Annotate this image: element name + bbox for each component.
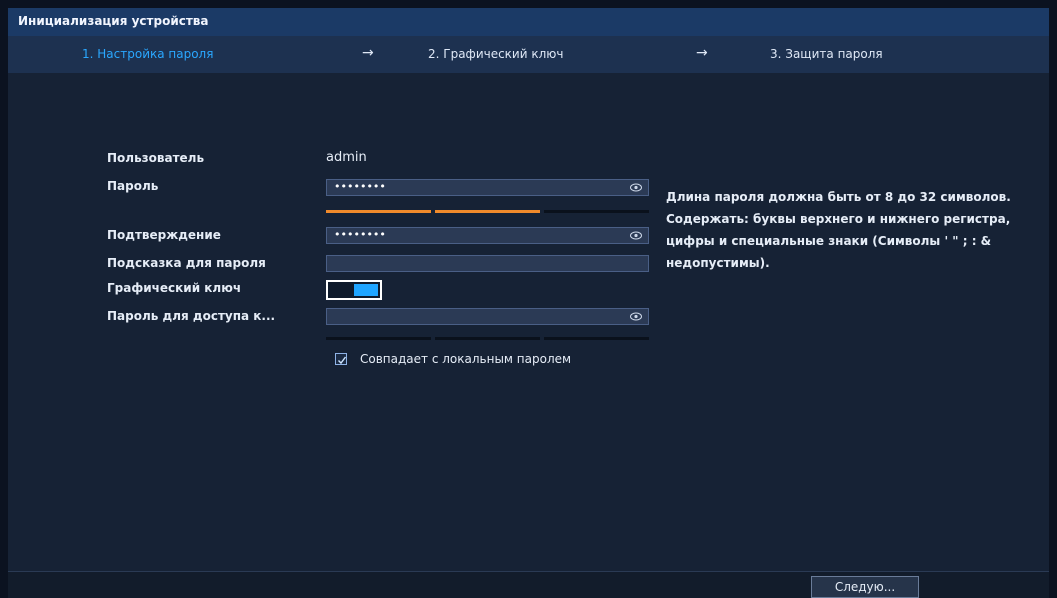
eye-icon[interactable]	[630, 183, 642, 192]
password-rules-text: Длина пароля должна быть от 8 до 32 симв…	[666, 190, 1011, 270]
wizard-steps: 1. Настройка пароля → 2. Графический клю…	[8, 36, 1049, 73]
same-as-local-checkbox[interactable]	[335, 353, 347, 365]
strength-segment	[326, 210, 431, 213]
step-pattern-key: 2. Графический ключ	[428, 47, 564, 61]
password-strength-meter	[326, 210, 649, 213]
confirm-label: Подтверждение	[107, 228, 221, 242]
strength-segment	[544, 210, 649, 213]
password-field[interactable]: ••••••••	[326, 179, 649, 196]
eye-icon[interactable]	[630, 312, 642, 321]
password-hint-field[interactable]	[326, 255, 649, 272]
access-password-field[interactable]	[326, 308, 649, 325]
access-strength-meter	[326, 337, 649, 340]
access-password-label: Пароль для доступа к...	[107, 309, 276, 323]
device-init-window: Инициализация устройства 1. Настройка па…	[8, 8, 1049, 598]
checkmark-icon	[338, 356, 347, 365]
pattern-key-toggle[interactable]	[326, 280, 382, 300]
title-bar: Инициализация устройства	[8, 8, 1049, 37]
toggle-knob	[354, 284, 378, 296]
step-password-protection: 3. Защита пароля	[770, 47, 883, 61]
footer-bar: Следую...	[8, 571, 1049, 598]
eye-icon[interactable]	[630, 231, 642, 240]
next-button[interactable]: Следую...	[811, 576, 919, 598]
confirm-password-field[interactable]: ••••••••	[326, 227, 649, 244]
step-arrow-2: →	[696, 45, 708, 61]
strength-segment	[326, 337, 431, 340]
user-label: Пользователь	[107, 151, 205, 165]
step-arrow-1: →	[362, 45, 374, 61]
password-hint-label: Подсказка для пароля	[107, 256, 266, 270]
strength-segment	[435, 337, 540, 340]
user-value: admin	[326, 150, 367, 165]
password-dots: ••••••••	[334, 180, 386, 193]
confirm-dots: ••••••••	[334, 228, 386, 241]
pattern-key-label: Графический ключ	[107, 281, 242, 295]
window-title: Инициализация устройства	[18, 14, 209, 28]
step-password-setup: 1. Настройка пароля	[82, 47, 214, 61]
same-as-local-label: Совпадает с локальным паролем	[360, 352, 572, 366]
strength-segment	[544, 337, 649, 340]
strength-segment	[435, 210, 540, 213]
password-label: Пароль	[107, 179, 159, 193]
